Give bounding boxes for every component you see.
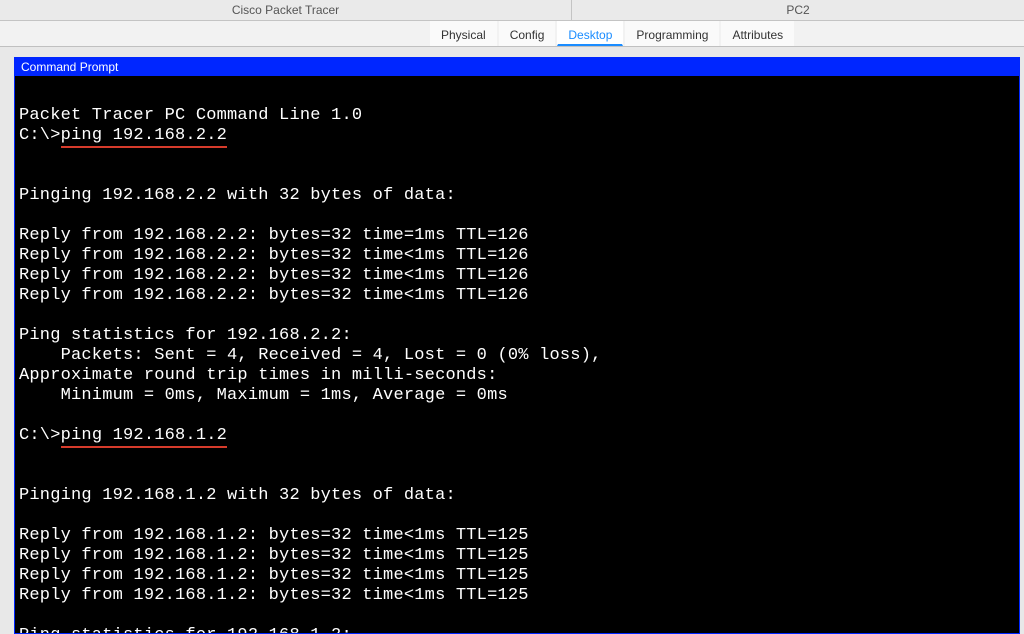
app-title: Cisco Packet Tracer <box>0 0 572 20</box>
packets-line-1: Packets: Sent = 4, Received = 4, Lost = … <box>19 346 602 365</box>
tab-config[interactable]: Config <box>499 21 556 46</box>
reply-line: Reply from 192.168.1.2: bytes=32 time<1m… <box>19 546 529 565</box>
terminal-output[interactable]: Packet Tracer PC Command Line 1.0 C:\>pi… <box>15 76 1019 634</box>
command-prompt-titlebar: Command Prompt <box>15 58 1019 76</box>
prompt-2: C:\> <box>19 426 61 445</box>
ping-header-1: Pinging 192.168.2.2 with 32 bytes of dat… <box>19 186 456 205</box>
reply-line: Reply from 192.168.1.2: bytes=32 time<1m… <box>19 586 529 605</box>
prompt-1: C:\> <box>19 126 61 145</box>
stats-header-1: Ping statistics for 192.168.2.2: <box>19 326 352 345</box>
reply-line: Reply from 192.168.1.2: bytes=32 time<1m… <box>19 526 529 545</box>
desktop-panel: Command Prompt Packet Tracer PC Command … <box>0 47 1024 634</box>
tabs-group: Physical Config Desktop Programming Attr… <box>430 21 796 46</box>
prompt-line-1: C:\>ping 192.168.2.2 <box>19 126 1015 146</box>
tab-attributes[interactable]: Attributes <box>721 21 794 46</box>
window-title-bar: Cisco Packet Tracer PC2 <box>0 0 1024 21</box>
reply-line: Reply from 192.168.2.2: bytes=32 time<1m… <box>19 246 529 265</box>
tab-bar: Physical Config Desktop Programming Attr… <box>0 21 1024 47</box>
tab-programming[interactable]: Programming <box>625 21 719 46</box>
reply-line: Reply from 192.168.1.2: bytes=32 time<1m… <box>19 566 529 585</box>
ping-header-2: Pinging 192.168.1.2 with 32 bytes of dat… <box>19 486 456 505</box>
stats-header-2: Ping statistics for 192.168.1.2: <box>19 626 352 634</box>
prompt-line-2: C:\>ping 192.168.1.2 <box>19 426 1015 446</box>
command-input-1: ping 192.168.2.2 <box>61 126 227 146</box>
device-title: PC2 <box>572 0 1024 20</box>
command-input-2: ping 192.168.1.2 <box>61 426 227 446</box>
reply-line: Reply from 192.168.2.2: bytes=32 time<1m… <box>19 286 529 305</box>
approx-line-1: Approximate round trip times in milli-se… <box>19 366 497 385</box>
reply-line: Reply from 192.168.2.2: bytes=32 time=1m… <box>19 226 529 245</box>
command-prompt-window: Command Prompt Packet Tracer PC Command … <box>14 57 1020 634</box>
terminal-banner: Packet Tracer PC Command Line 1.0 <box>19 106 362 125</box>
tab-physical[interactable]: Physical <box>430 21 497 46</box>
times-line-1: Minimum = 0ms, Maximum = 1ms, Average = … <box>19 386 508 405</box>
tab-desktop[interactable]: Desktop <box>557 21 623 46</box>
reply-line: Reply from 192.168.2.2: bytes=32 time<1m… <box>19 266 529 285</box>
